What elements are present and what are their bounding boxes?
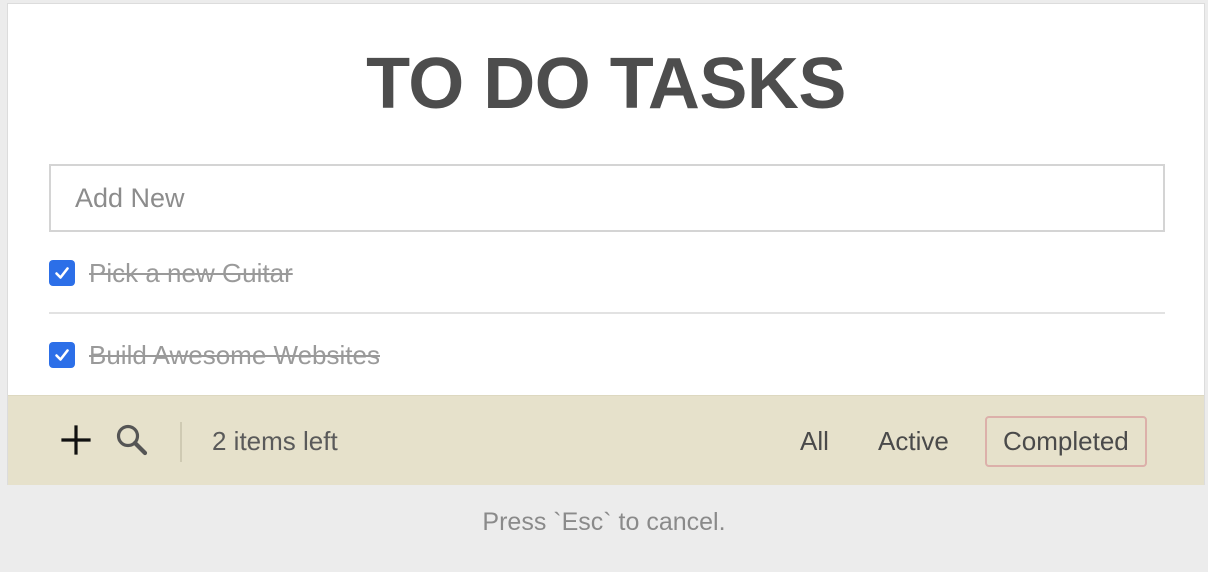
todo-card: TO DO TASKS Pick a new Guitar Build Awes…: [7, 3, 1205, 485]
task-label[interactable]: Build Awesome Websites: [89, 340, 380, 371]
task-label[interactable]: Pick a new Guitar: [89, 258, 293, 289]
filter-active[interactable]: Active: [860, 416, 967, 467]
task-item: Build Awesome Websites: [49, 335, 1165, 375]
page-title: TO DO TASKS: [366, 44, 846, 124]
footer-divider: [180, 422, 182, 462]
task-checkbox[interactable]: [49, 342, 75, 368]
task-item: Pick a new Guitar: [49, 253, 1165, 293]
task-divider: [49, 312, 1165, 314]
search-icon: [116, 424, 148, 456]
plus-icon: [61, 425, 91, 455]
add-button[interactable]: [58, 422, 94, 458]
checkmark-icon: [55, 267, 69, 279]
footer-toolbar: 2 items left All Active Completed: [8, 395, 1204, 485]
filter-all[interactable]: All: [782, 416, 847, 467]
task-checkbox[interactable]: [49, 260, 75, 286]
add-new-input[interactable]: [49, 164, 1165, 232]
checkmark-icon: [55, 349, 69, 361]
items-left-count: 2 items left: [212, 426, 338, 456]
search-button[interactable]: [114, 422, 150, 458]
filter-completed[interactable]: Completed: [985, 416, 1147, 467]
cancel-hint: Press `Esc` to cancel.: [482, 508, 726, 536]
